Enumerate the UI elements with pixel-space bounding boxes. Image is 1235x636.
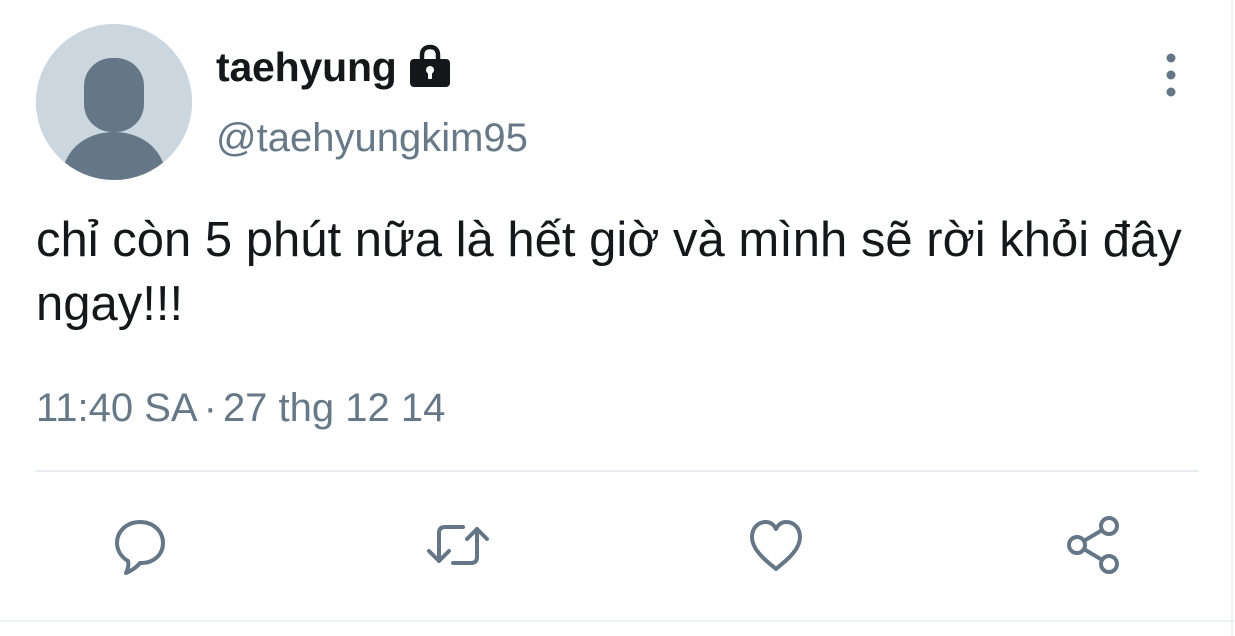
action-bar [0, 510, 1235, 580]
tweet-timestamp[interactable]: 11:40 SA · 27 thg 12 14 [36, 386, 445, 431]
avatar[interactable] [36, 24, 192, 180]
lock-icon [407, 44, 453, 90]
tweet-time: 11:40 SA [36, 386, 198, 430]
default-profile-avatar-icon [36, 24, 192, 180]
tweet-text: chỉ còn 5 phút nữa là hết giờ và mình sẽ… [36, 213, 1182, 331]
retweet-icon [427, 525, 489, 565]
like-button[interactable] [741, 510, 811, 580]
share-button[interactable] [1059, 510, 1129, 580]
divider [36, 470, 1198, 472]
author-display-name[interactable]: taehyung [216, 44, 397, 91]
tweet-card: taehyung @taehyungkim95 chỉ còn 5 phút n… [0, 0, 1235, 636]
share-icon [1067, 516, 1119, 574]
more-vertical-icon[interactable] [1156, 52, 1186, 98]
reply-button[interactable] [105, 510, 175, 580]
heart-icon [750, 520, 802, 571]
author-name-row: taehyung [216, 42, 453, 92]
author-handle[interactable]: @taehyungkim95 [216, 116, 528, 161]
tweet-date: 27 thg 12 14 [222, 386, 446, 430]
bottom-border [0, 620, 1235, 622]
right-border [1231, 0, 1233, 636]
retweet-button[interactable] [423, 510, 493, 580]
timestamp-separator: · [203, 386, 217, 430]
reply-icon [115, 520, 165, 575]
